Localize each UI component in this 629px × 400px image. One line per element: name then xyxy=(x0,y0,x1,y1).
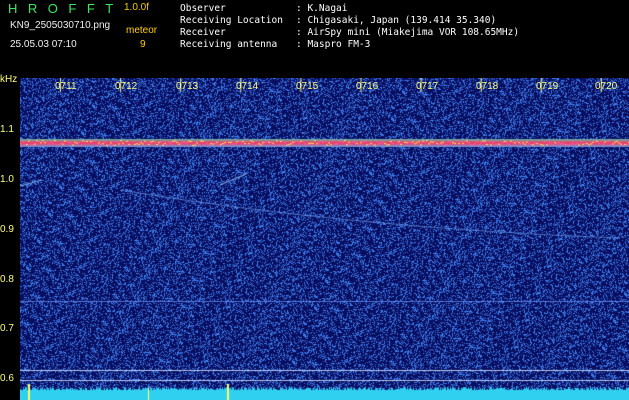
location-value: : Chigasaki, Japan (139.414 35.340) xyxy=(296,15,497,26)
x-tick-label: 0719 xyxy=(536,81,559,92)
x-tick-label: 0715 xyxy=(296,81,319,92)
spectrogram-canvas xyxy=(20,78,629,400)
app-version: 1.0.0f xyxy=(124,2,150,13)
capture-datetime: 25.05.03 07:10 xyxy=(10,39,77,50)
file-name: KN9_2505030710.png xyxy=(10,20,111,31)
y-tick-label: 1.0 xyxy=(0,174,14,185)
x-tick-label: 0717 xyxy=(416,81,439,92)
x-tick-label: 0713 xyxy=(176,81,199,92)
x-tick-label: 0711 xyxy=(55,81,77,92)
y-axis-unit: kHz xyxy=(0,74,18,85)
x-tick-label: 0718 xyxy=(476,81,499,92)
receiver-value: : AirSpy mini (Miakejima VOR 108.65MHz) xyxy=(296,27,520,38)
y-tick-label: 0.7 xyxy=(0,323,14,334)
meteor-label: meteor xyxy=(126,25,158,36)
antenna-key: Receiving antenna xyxy=(180,39,278,50)
meteor-count: 9 xyxy=(140,39,146,50)
x-tick-label: 0720 xyxy=(595,81,618,92)
x-tick-label: 0712 xyxy=(115,81,138,92)
app-logo: HROFFT xyxy=(8,1,124,16)
y-tick-label: 0.6 xyxy=(0,373,14,384)
receiver-key: Receiver xyxy=(180,27,226,38)
observer-key: Observer xyxy=(180,3,226,14)
y-tick-label: 1.1 xyxy=(0,124,14,135)
location-key: Receiving Location xyxy=(180,15,283,26)
antenna-value: : Maspro FM-3 xyxy=(296,39,371,50)
spectrogram-plot[interactable] xyxy=(20,78,629,400)
x-tick-label: 0714 xyxy=(236,81,259,92)
x-tick-label: 0716 xyxy=(356,81,379,92)
header-panel: HROFFT 1.0.0f KN9_2505030710.png 25.05.0… xyxy=(0,0,629,74)
y-tick-label: 0.9 xyxy=(0,224,14,235)
y-tick-label: 0.8 xyxy=(0,274,14,285)
observer-value: : K.Nagai xyxy=(296,3,348,14)
